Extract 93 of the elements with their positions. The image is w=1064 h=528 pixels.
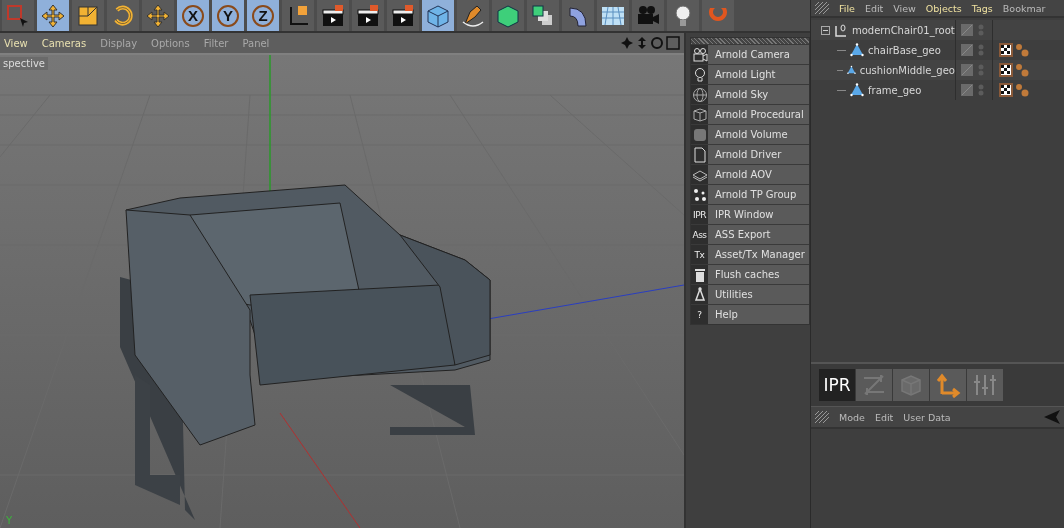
menu-item[interactable]: File — [839, 2, 855, 14]
checker-tag-icon[interactable] — [999, 83, 1013, 97]
axis-label: Y — [6, 515, 13, 526]
menu-item[interactable]: View — [893, 2, 916, 14]
null-object-icon — [834, 23, 848, 37]
arnold-menu-item[interactable]: Arnold Camera — [691, 44, 809, 64]
menu-item[interactable]: Bookmar — [1002, 2, 1046, 14]
axis-icon — [935, 372, 961, 398]
arnold-menu-item[interactable]: Ass ASS Export — [691, 224, 809, 244]
grip-icon[interactable] — [815, 411, 829, 423]
sliders-icon — [972, 372, 998, 398]
arnold-menu-item[interactable]: IPR IPR Window — [691, 204, 809, 224]
menu-item[interactable]: Tags — [971, 2, 993, 14]
cube-icon — [691, 126, 708, 143]
menu-item[interactable]: Edit — [864, 2, 884, 14]
clapperboard-icon — [391, 3, 415, 28]
menu-item[interactable]: View — [4, 37, 28, 49]
polygon-object-icon — [850, 83, 864, 97]
ipr-button[interactable]: IPR — [819, 369, 855, 401]
scale-tool-button[interactable] — [72, 0, 104, 31]
box-icon — [691, 106, 708, 123]
icon-label: IPR — [691, 205, 708, 224]
select-icon — [6, 3, 30, 28]
sliders-button[interactable] — [967, 369, 1003, 401]
menu-item[interactable]: Objects — [925, 2, 962, 14]
checker-tag-icon[interactable] — [999, 63, 1013, 77]
arnold-menu-item[interactable]: Tx Asset/Tx Manager — [691, 244, 809, 264]
clapperboard-icon — [356, 3, 380, 28]
back-arrow-icon[interactable] — [1044, 410, 1060, 424]
menu-item[interactable]: Edit — [874, 411, 894, 423]
render-tool-button[interactable] — [387, 0, 419, 31]
render-tool-button[interactable] — [352, 0, 384, 31]
polygon-object-icon — [850, 43, 864, 57]
arnold-menu-item[interactable]: ? Help — [691, 304, 809, 324]
arrows-icon — [861, 372, 887, 398]
move-icon — [41, 3, 65, 28]
polygon-object-icon — [846, 63, 856, 77]
coords-tool-button[interactable] — [282, 0, 314, 31]
axis-button[interactable]: X — [177, 0, 209, 31]
axis-button[interactable]: Z — [247, 0, 279, 31]
pen-icon — [461, 3, 485, 28]
axis-button[interactable] — [930, 369, 966, 401]
floor-tool-button[interactable] — [597, 0, 629, 31]
menu-item[interactable]: Display — [100, 37, 138, 49]
icon-label: Ass — [691, 225, 708, 244]
menu-item[interactable]: Mode — [839, 411, 865, 423]
navigation-icons[interactable] — [620, 36, 680, 50]
camera-icon — [691, 46, 708, 63]
arnold-menu-item[interactable]: Arnold TP Group — [691, 184, 809, 204]
arnold-menu-item[interactable]: Arnold Driver — [691, 144, 809, 164]
rotate-tool-button[interactable] — [107, 0, 139, 31]
view-name-label[interactable]: spective — [0, 57, 48, 70]
array-tool-button[interactable] — [527, 0, 559, 31]
bend-tool-button[interactable] — [562, 0, 594, 31]
arnold-menu-item[interactable]: Arnold Procedural — [691, 104, 809, 124]
axis-button[interactable]: Y — [212, 0, 244, 31]
box-icon — [898, 372, 924, 398]
menu-item[interactable]: Cameras — [41, 37, 87, 49]
render-tool-button[interactable] — [317, 0, 349, 31]
clapperboard-icon — [321, 3, 345, 28]
arnold-menu-item[interactable]: Arnold Volume — [691, 124, 809, 144]
document-icon — [691, 146, 708, 163]
menu-item[interactable]: User Data — [903, 411, 951, 423]
collapse-toggle[interactable] — [821, 25, 830, 35]
menu-item[interactable]: Filter — [203, 37, 229, 49]
cube-stack-icon — [531, 3, 555, 28]
cube-icon — [426, 3, 450, 28]
object-row[interactable]: cushionMiddle_geo — [811, 60, 1064, 80]
globe-icon — [691, 86, 708, 103]
move-icon — [146, 3, 170, 28]
icon-label: ? — [691, 305, 708, 324]
checker-tag-icon[interactable] — [999, 43, 1013, 57]
pen-tool-button[interactable] — [457, 0, 489, 31]
scale-icon — [76, 3, 100, 28]
move-tool-button[interactable] — [142, 0, 174, 31]
light-tool-button[interactable] — [667, 0, 699, 31]
arnold-menu-item[interactable]: Utilities — [691, 284, 809, 304]
menu-item[interactable]: Options — [151, 37, 190, 49]
menu-item[interactable]: Panel — [242, 37, 270, 49]
icon-label: Tx — [691, 245, 708, 264]
object-row[interactable]: modernChair01_root — [811, 20, 1064, 40]
cube-tool-button[interactable] — [422, 0, 454, 31]
select-tool-button[interactable] — [2, 0, 34, 31]
grip-icon[interactable] — [815, 2, 829, 14]
move-tool-button[interactable] — [37, 0, 69, 31]
camera-tool-button[interactable] — [632, 0, 664, 31]
arnold-menu-item[interactable]: Flush caches — [691, 264, 809, 284]
arnold-menu-item[interactable]: Arnold Light — [691, 64, 809, 84]
subdiv-tool-button[interactable] — [492, 0, 524, 31]
arnold-menu-item[interactable]: Arnold Sky — [691, 84, 809, 104]
subdivision-cube-icon — [496, 3, 520, 28]
dots-icon — [691, 186, 708, 203]
arnold-menu-item[interactable]: Arnold AOV — [691, 164, 809, 184]
